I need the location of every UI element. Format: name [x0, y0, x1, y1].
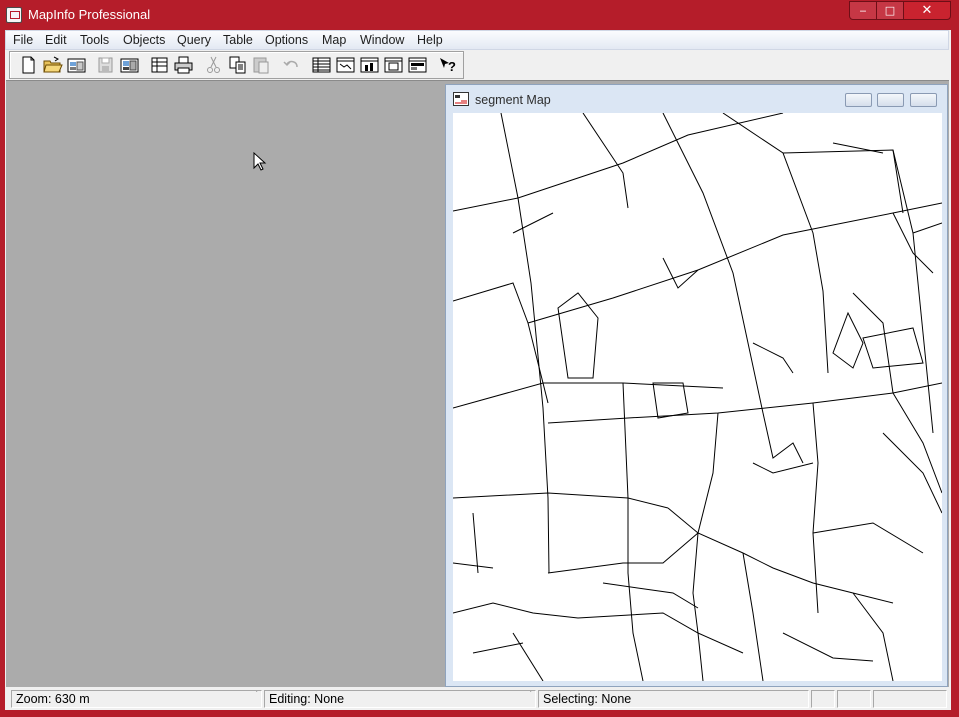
street-segments-layer[interactable] [453, 113, 942, 681]
status-zoom-text: Zoom: 630 m [16, 692, 90, 706]
status-zoom-dropdown-icon[interactable]: ` [254, 691, 258, 703]
paste-icon[interactable] [251, 55, 272, 75]
client-area: File Edit Tools Objects Query Table Opti… [5, 30, 951, 710]
menu-query[interactable]: Query [177, 33, 211, 47]
menu-file[interactable]: File [13, 33, 33, 47]
status-selecting[interactable]: Selecting: None [538, 690, 809, 708]
map-window-icon [453, 92, 469, 106]
status-bar: Zoom: 630 m ` Editing: None ` Selecting:… [5, 687, 951, 710]
close-button[interactable]: ✕ [903, 1, 951, 20]
status-cell-1 [811, 690, 835, 708]
map-close-button[interactable] [910, 93, 937, 107]
menu-map[interactable]: Map [322, 33, 346, 47]
mapinfo-app-icon[interactable] [6, 7, 22, 23]
close-table-icon[interactable] [149, 55, 170, 75]
new-mapper-icon[interactable] [335, 55, 356, 75]
menu-tools[interactable]: Tools [80, 33, 109, 47]
mouse-pointer-icon [253, 152, 267, 171]
mdi-workspace: segment Map [6, 80, 949, 688]
status-cell-2 [837, 690, 871, 708]
title-bar[interactable]: MapInfo Professional ‒ □ ✕ [0, 0, 959, 30]
map-canvas[interactable] [453, 113, 942, 681]
app-title: MapInfo Professional [28, 7, 151, 22]
map-minimize-button[interactable] [845, 93, 872, 107]
menu-help[interactable]: Help [417, 33, 443, 47]
copy-icon[interactable] [227, 55, 248, 75]
undo-icon[interactable] [281, 55, 302, 75]
svg-text:?: ? [448, 59, 456, 74]
minimize-button[interactable]: ‒ [849, 1, 877, 20]
menu-bar: File Edit Tools Objects Query Table Opti… [5, 30, 949, 50]
print-icon[interactable] [173, 55, 194, 75]
map-window-title-bar[interactable]: segment Map [446, 85, 947, 111]
status-zoom[interactable]: Zoom: 630 m ` [11, 690, 262, 708]
app-window: MapInfo Professional ‒ □ ✕ File Edit Too… [0, 0, 959, 717]
status-selecting-text: Selecting: None [543, 692, 632, 706]
menu-edit[interactable]: Edit [45, 33, 67, 47]
cut-icon[interactable] [203, 55, 224, 75]
save-table-icon[interactable] [95, 55, 116, 75]
save-workspace-icon[interactable] [119, 55, 140, 75]
menu-table[interactable]: Table [223, 33, 253, 47]
status-cell-3 [873, 690, 947, 708]
status-editing-text: Editing: None [269, 692, 345, 706]
maximize-button[interactable]: □ [876, 1, 904, 20]
menu-objects[interactable]: Objects [123, 33, 165, 47]
map-window[interactable]: segment Map [445, 84, 948, 687]
open-table-icon[interactable] [42, 55, 63, 75]
map-window-title: segment Map [475, 93, 551, 107]
status-editing[interactable]: Editing: None ` [264, 690, 536, 708]
help-icon[interactable]: ? [437, 55, 458, 75]
map-restore-button[interactable] [877, 93, 904, 107]
standard-toolbar: ? [9, 51, 464, 79]
new-browser-icon[interactable] [311, 55, 332, 75]
new-grapher-icon[interactable] [359, 55, 380, 75]
new-redistrict-icon[interactable] [407, 55, 428, 75]
new-table-icon[interactable] [18, 55, 39, 75]
status-editing-dropdown-icon[interactable]: ` [528, 691, 532, 703]
open-workspace-icon[interactable] [66, 55, 87, 75]
menu-options[interactable]: Options [265, 33, 308, 47]
menu-window[interactable]: Window [360, 33, 404, 47]
new-layout-icon[interactable] [383, 55, 404, 75]
